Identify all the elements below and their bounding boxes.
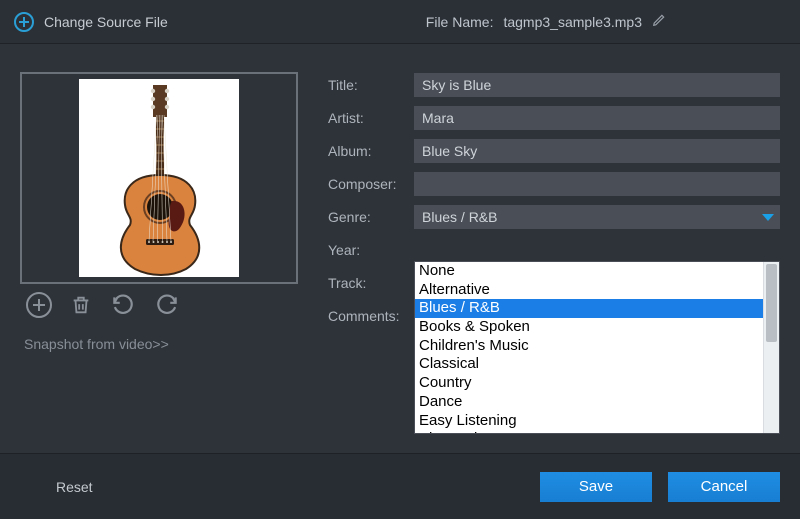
- genre-option-list: NoneAlternativeBlues / R&BBooks & Spoken…: [415, 262, 763, 433]
- trash-icon: [70, 293, 92, 317]
- rotate-cw-button[interactable]: [154, 292, 180, 318]
- genre-dropdown: NoneAlternativeBlues / R&BBooks & Spoken…: [414, 261, 780, 434]
- artwork-frame[interactable]: [20, 72, 298, 284]
- undo-icon: [110, 292, 136, 318]
- genre-option[interactable]: Children's Music: [415, 337, 763, 356]
- artist-label: Artist:: [328, 110, 414, 126]
- redo-icon: [154, 292, 180, 318]
- dropdown-scrollbar[interactable]: [763, 262, 779, 433]
- genre-option[interactable]: Dance: [415, 393, 763, 412]
- genre-option[interactable]: Easy Listening: [415, 412, 763, 431]
- album-input[interactable]: [414, 139, 780, 163]
- artwork-toolbar: [20, 284, 300, 318]
- footer: Reset Save Cancel: [0, 453, 800, 519]
- composer-input[interactable]: [414, 172, 780, 196]
- track-label: Track:: [328, 275, 414, 291]
- delete-artwork-button[interactable]: [70, 293, 92, 317]
- filename-label: File Name:: [426, 14, 494, 30]
- genre-selected-value: Blues / R&B: [422, 209, 497, 225]
- reset-button[interactable]: Reset: [56, 479, 93, 495]
- save-button[interactable]: Save: [540, 472, 652, 502]
- metadata-form: Title: Artist: Album: Composer: Genre: B…: [328, 72, 780, 449]
- genre-option[interactable]: Books & Spoken: [415, 318, 763, 337]
- edit-filename-button[interactable]: [652, 13, 666, 30]
- composer-label: Composer:: [328, 176, 414, 192]
- title-label: Title:: [328, 77, 414, 93]
- cancel-button[interactable]: Cancel: [668, 472, 780, 502]
- guitar-image: [79, 79, 239, 277]
- header: Change Source File File Name: tagmp3_sam…: [0, 0, 800, 44]
- plus-icon: [33, 299, 45, 311]
- main: Snapshot from video>> Title: Artist: Alb…: [0, 44, 800, 449]
- dropdown-arrow-icon: [762, 214, 774, 221]
- filename-display: File Name: tagmp3_sample3.mp3: [426, 13, 666, 30]
- genre-option[interactable]: Alternative: [415, 281, 763, 300]
- genre-option[interactable]: None: [415, 262, 763, 281]
- add-artwork-button[interactable]: [26, 292, 52, 318]
- album-label: Album:: [328, 143, 414, 159]
- dropdown-scrollthumb[interactable]: [766, 264, 777, 342]
- comments-label: Comments:: [328, 308, 414, 324]
- snapshot-from-video-link[interactable]: Snapshot from video>>: [20, 336, 300, 352]
- title-input[interactable]: [414, 73, 780, 97]
- plus-circle-icon: [14, 12, 34, 32]
- change-source-button[interactable]: Change Source File: [14, 12, 168, 32]
- artwork-panel: Snapshot from video>>: [20, 72, 300, 449]
- rotate-ccw-button[interactable]: [110, 292, 136, 318]
- year-label: Year:: [328, 242, 414, 258]
- genre-option[interactable]: Electronic: [415, 430, 763, 433]
- genre-select[interactable]: Blues / R&B: [414, 205, 780, 229]
- genre-option[interactable]: Blues / R&B: [415, 299, 763, 318]
- genre-option[interactable]: Country: [415, 374, 763, 393]
- pencil-icon: [652, 13, 666, 27]
- artist-input[interactable]: [414, 106, 780, 130]
- genre-option[interactable]: Classical: [415, 355, 763, 374]
- change-source-label: Change Source File: [44, 14, 168, 30]
- filename-value: tagmp3_sample3.mp3: [503, 14, 642, 30]
- genre-label: Genre:: [328, 209, 414, 225]
